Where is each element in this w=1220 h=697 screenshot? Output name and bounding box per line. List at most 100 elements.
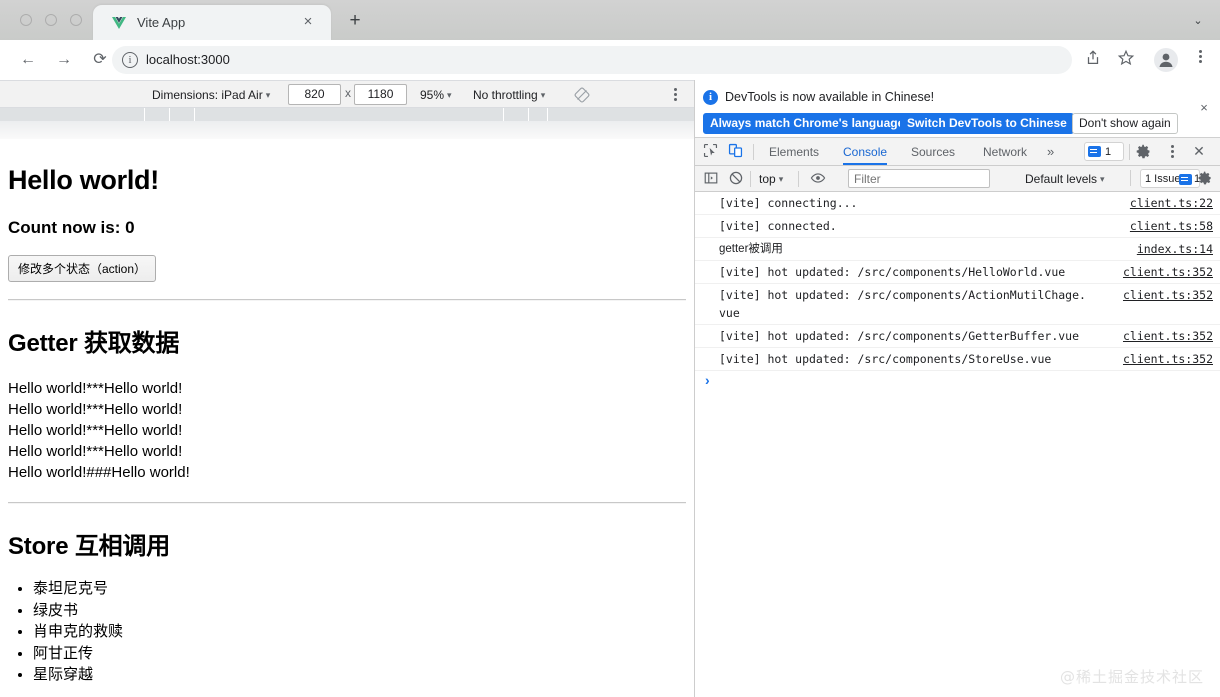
window-minimize-dot[interactable] [45,14,57,26]
window-maximize-dot[interactable] [70,14,82,26]
getter-line: Hello world!###Hello world! [8,464,190,481]
device-frame-shadow [0,121,694,139]
device-zoom-select[interactable]: 95% ▾ [420,86,452,105]
console-message[interactable]: [vite] connected. client.ts:58 [695,215,1220,238]
console-message-source[interactable]: client.ts:58 [1130,217,1213,235]
throttling-label: No throttling [473,88,538,102]
profile-avatar[interactable] [1154,48,1178,72]
url-text: localhost:3000 [146,52,230,67]
console-filter-input[interactable] [848,169,990,188]
reload-icon[interactable]: ⟳ [90,50,110,70]
tab-console[interactable]: Console [843,138,888,165]
console-message-source[interactable]: client.ts:352 [1123,350,1213,368]
bookmark-star-icon[interactable] [1115,49,1137,71]
device-emulation-toolbar: Dimensions: iPad Air ▾ 820 x 1180 95% ▾ No… [0,80,694,108]
console-message-source[interactable]: client.ts:352 [1123,263,1213,281]
store-movie-list: 泰坦尼克号 绿皮书 肖申克的救赎 阿甘正传 星际穿越 [8,561,686,685]
settings-gear-icon[interactable] [1135,143,1152,160]
list-item: 星际穿越 [33,664,686,685]
list-item: 肖申克的救赎 [33,621,686,642]
count-display: Count now is: 0 [8,218,135,237]
chevron-down-icon: ▾ [540,90,546,100]
devtools-panel: i DevTools is now available in Chinese! … [694,80,1220,697]
console-message[interactable]: getter被调用 index.ts:14 [695,238,1220,261]
close-icon[interactable]: × [299,13,317,31]
watermark: @稀土掘金技术社区 [1059,668,1204,686]
share-icon[interactable] [1082,49,1104,71]
live-expression-icon[interactable] [810,170,828,188]
tab-title: Vite App [137,15,186,30]
banner-message: DevTools is now available in Chinese! [725,90,935,104]
device-dimensions-label: Dimensions: iPad Air [152,88,263,102]
tab-elements[interactable]: Elements [769,138,819,165]
message-icon [1179,174,1192,185]
browser-tab-vite-app[interactable]: Vite App × [93,5,331,40]
devtools-menu-icon[interactable] [1165,143,1179,160]
console-filter-toolbar: top▾ Default levels▾ 1 Issue: 1 [695,166,1220,192]
back-icon[interactable]: ← [18,50,38,70]
console-message-source[interactable]: index.ts:14 [1137,240,1213,258]
console-sidebar-icon[interactable] [703,170,721,188]
getter-lines: Hello world!***Hello world! Hello world!… [8,358,686,483]
getter-line: Hello world!***Hello world! [8,380,183,397]
device-dimensions-select[interactable]: Dimensions: iPad Air ▾ [152,86,270,105]
chrome-tab-strip: Vite App × + ⌄ [0,0,1220,40]
execution-context-select[interactable]: top ▾ [759,170,783,189]
device-height-input[interactable]: 1180 [354,84,407,105]
console-message-list[interactable]: [vite] connecting... client.ts:22 [vite]… [695,192,1220,697]
console-message-source[interactable]: client.ts:22 [1130,194,1213,212]
execution-context-label: top [759,172,776,186]
vue-logo-icon [111,15,127,31]
page-viewport: Hello world! Count now is: 0 修改多个状态（acti… [0,139,694,697]
device-more-options-icon[interactable] [668,86,682,104]
console-message[interactable]: [vite] hot updated: /src/components/Gett… [695,325,1220,348]
inspect-element-icon[interactable] [702,142,723,162]
close-icon[interactable]: × [1196,100,1212,116]
always-match-language-button[interactable]: Always match Chrome's language [703,113,912,134]
tabs-overflow-icon[interactable]: » [1047,138,1054,165]
issues-label: 1 Issue: [1145,173,1184,185]
switch-to-chinese-button[interactable]: Switch DevTools to Chinese [900,113,1074,134]
console-input-prompt[interactable] [695,371,1220,393]
devtools-tab-bar: Elements Console Sources Network » 1 ✕ [695,138,1220,166]
console-settings-icon[interactable] [1197,170,1214,187]
getter-line: Hello world!***Hello world! [8,422,183,439]
console-message-source[interactable]: client.ts:352 [1123,327,1213,345]
new-tab-button[interactable]: + [345,11,365,31]
console-message[interactable]: [vite] connecting... client.ts:22 [695,192,1220,215]
console-message[interactable]: [vite] hot updated: /src/components/Stor… [695,348,1220,371]
browser-window: Vite App × + ⌄ ← → ⟳ i localhost:3000 Di… [0,0,1220,697]
device-ruler[interactable] [0,108,694,121]
console-message[interactable]: [vite] hot updated: /src/components/Acti… [695,284,1220,325]
store-section-heading: Store 互相调用 [8,533,171,560]
window-close-dot[interactable] [20,14,32,26]
dimension-separator: x [345,86,351,100]
list-item: 绿皮书 [33,600,686,621]
site-info-icon[interactable]: i [122,52,138,68]
chevron-down-icon: ▾ [265,90,271,100]
console-message[interactable]: [vite] hot updated: /src/components/Hell… [695,261,1220,284]
rotate-icon[interactable] [573,86,591,104]
chrome-menu-icon[interactable] [1192,48,1208,72]
status-badge[interactable]: 1 [1084,142,1124,161]
issues-badge[interactable]: 1 Issue: 1 [1140,169,1200,188]
tab-sources[interactable]: Sources [911,138,955,165]
chevron-down-icon: ▾ [447,90,452,100]
dont-show-again-button[interactable]: Don't show again [1072,113,1178,134]
chevron-down-icon[interactable]: ⌄ [1190,13,1206,29]
getter-line: Hello world!***Hello world! [8,443,183,460]
clear-console-icon[interactable] [728,170,746,188]
network-throttling-select[interactable]: No throttling ▾ [473,86,545,105]
forward-icon[interactable]: → [54,50,74,70]
devtools-close-icon[interactable]: ✕ [1190,142,1208,161]
chevron-down-icon: ▾ [1100,174,1105,184]
address-bar[interactable]: i localhost:3000 [112,46,1072,74]
action-multi-state-button[interactable]: 修改多个状态（action） [8,255,157,282]
device-toolbar-icon[interactable] [727,142,748,162]
console-message-source[interactable]: client.ts:352 [1123,286,1213,304]
window-controls[interactable] [20,14,82,26]
tab-network[interactable]: Network [983,138,1027,165]
device-width-input[interactable]: 820 [288,84,341,105]
log-level-select[interactable]: Default levels ▾ [1025,170,1105,189]
info-icon: i [703,90,718,105]
